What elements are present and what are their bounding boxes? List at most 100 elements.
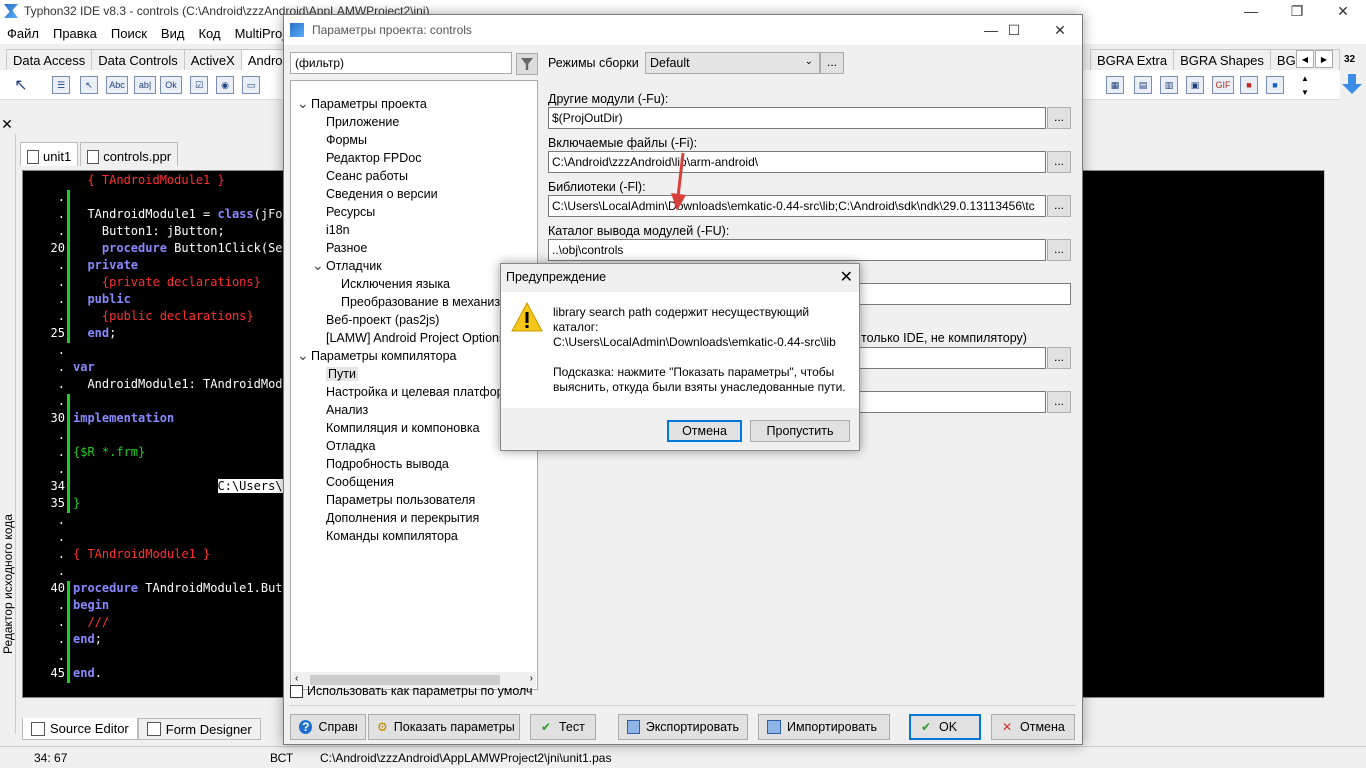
dialog-close-button[interactable]: ✕ bbox=[1037, 19, 1083, 41]
component-icon-gl1[interactable]: ■ bbox=[1240, 76, 1258, 94]
palette-tab-activex[interactable]: ActiveX bbox=[183, 49, 242, 70]
tree-item[interactable]: Веб-проект (pas2js) bbox=[326, 313, 439, 327]
tree-item[interactable]: Отладчик bbox=[326, 259, 382, 273]
warning-close-button[interactable]: ✕ bbox=[840, 267, 853, 287]
component-icon-box[interactable]: ▣ bbox=[1186, 76, 1204, 94]
tree-scroll-left-icon[interactable]: ‹ bbox=[295, 673, 298, 684]
tab-controls-ppr[interactable]: controls.ppr bbox=[80, 142, 179, 166]
unit-output-browse-button[interactable]: ... bbox=[1047, 239, 1071, 261]
component-icon-grid[interactable]: ▦ bbox=[1106, 76, 1124, 94]
help-button[interactable]: ? Справка bbox=[290, 714, 366, 740]
editor-vertical-scrollbar[interactable] bbox=[1324, 170, 1340, 698]
component-icon-menu[interactable]: ☰ bbox=[52, 76, 70, 94]
other-sources-browse-button[interactable]: ... bbox=[1047, 347, 1071, 369]
download-arrow-icon[interactable] bbox=[1342, 74, 1362, 94]
import-button[interactable]: Импортировать bbox=[758, 714, 890, 740]
menu-search[interactable]: Поиск bbox=[104, 26, 154, 41]
component-icon-image[interactable]: ▥ bbox=[1160, 76, 1178, 94]
menu-edit[interactable]: Правка bbox=[46, 26, 104, 41]
test-button[interactable]: ✔ Тест bbox=[530, 714, 596, 740]
component-icon-radio[interactable]: ◉ bbox=[216, 76, 234, 94]
tree-item[interactable]: Пути bbox=[326, 367, 358, 381]
use-as-default-checkbox[interactable] bbox=[290, 684, 303, 698]
tree-item[interactable]: i18n bbox=[326, 223, 350, 237]
tree-expander-icon[interactable]: ⌄ bbox=[297, 96, 309, 110]
palette-tab-data-controls[interactable]: Data Controls bbox=[91, 49, 185, 70]
component-icon-list[interactable]: ▤ bbox=[1134, 76, 1152, 94]
component-icon-cursor[interactable]: ↖ bbox=[80, 76, 98, 94]
tree-expander-icon[interactable]: ⌄ bbox=[297, 348, 309, 362]
palette-tab-bgra-extra[interactable]: BGRA Extra bbox=[1090, 49, 1175, 70]
minimize-button[interactable]: — bbox=[1228, 0, 1274, 22]
warning-skip-button[interactable]: Пропустить bbox=[750, 420, 850, 442]
component-icon-gif[interactable]: GIF bbox=[1212, 76, 1234, 94]
tree-item[interactable]: Параметры пользователя bbox=[326, 493, 475, 507]
palette-tab-data-access[interactable]: Data Access bbox=[6, 49, 93, 70]
palette-tab-bgra-shapes[interactable]: BGRA Shapes bbox=[1173, 49, 1271, 70]
restore-button[interactable]: ❐ bbox=[1274, 0, 1320, 22]
palette-scroll-right-icon[interactable]: ▶ bbox=[1315, 50, 1333, 68]
source-editor-side-panel[interactable]: Редактор исходного кода bbox=[0, 134, 16, 734]
tree-item[interactable]: Сообщения bbox=[326, 475, 394, 489]
tree-item[interactable]: Приложение bbox=[326, 115, 399, 129]
other-sources-field[interactable] bbox=[844, 347, 1046, 369]
tree-item[interactable]: Формы bbox=[326, 133, 367, 147]
component-icon-checkbox[interactable]: ☑ bbox=[190, 76, 208, 94]
pointer-tool-icon[interactable]: ↖ bbox=[12, 76, 30, 94]
menu-file[interactable]: Файл bbox=[0, 26, 46, 41]
source-editor-tab[interactable]: Source Editor bbox=[22, 718, 138, 740]
menu-code[interactable]: Код bbox=[191, 26, 227, 41]
tree-item[interactable]: Редактор FPDoc bbox=[326, 151, 421, 165]
cancel-button[interactable]: ✕ Отмена bbox=[991, 714, 1075, 740]
tree-item[interactable]: Сеанс работы bbox=[326, 169, 408, 183]
tree-item[interactable]: Преобразование в механизм bbox=[341, 295, 509, 309]
build-modes-button[interactable]: ... bbox=[820, 52, 844, 74]
options-filter-input[interactable]: (фильтр) bbox=[290, 52, 512, 74]
export-button[interactable]: Экспортировать bbox=[618, 714, 748, 740]
libraries-browse-button[interactable]: ... bbox=[1047, 195, 1071, 217]
tree-item[interactable]: Разное bbox=[326, 241, 367, 255]
unit-output-field[interactable]: ..\obj\controls bbox=[548, 239, 1046, 261]
component-icon-gl2[interactable]: ■ bbox=[1266, 76, 1284, 94]
tree-item[interactable]: Параметры компилятора bbox=[311, 349, 457, 363]
tree-item[interactable]: Ресурсы bbox=[326, 205, 375, 219]
other-units-field[interactable]: $(ProjOutDir) bbox=[548, 107, 1046, 129]
other-units-browse-button[interactable]: ... bbox=[1047, 107, 1071, 129]
component-icon-label[interactable]: Abc bbox=[106, 76, 128, 94]
ok-button[interactable]: ✔ OK bbox=[909, 714, 981, 740]
tab-unit1[interactable]: unit1 bbox=[20, 142, 79, 166]
tree-item[interactable]: Исключения языка bbox=[341, 277, 450, 291]
include-files-browse-button[interactable]: ... bbox=[1047, 151, 1071, 173]
component-icon-panel[interactable]: ▭ bbox=[242, 76, 260, 94]
tree-item[interactable]: Команды компилятора bbox=[326, 529, 458, 543]
tree-scroll-right-icon[interactable]: › bbox=[530, 673, 533, 684]
dialog-maximize-button[interactable]: ☐ bbox=[991, 19, 1037, 41]
close-button[interactable]: ✕ bbox=[1320, 0, 1366, 22]
clear-filter-button[interactable] bbox=[516, 53, 538, 75]
component-icon-button[interactable]: Ok bbox=[160, 76, 182, 94]
tree-item[interactable]: [LAMW] Android Project Options bbox=[326, 331, 505, 345]
debug-path-field[interactable] bbox=[844, 391, 1046, 413]
close-panel-icon[interactable]: ✕ bbox=[0, 117, 14, 131]
tree-item[interactable]: Параметры проекта bbox=[311, 97, 427, 111]
libraries-field[interactable]: C:\Users\LocalAdmin\Downloads\emkatic-0.… bbox=[548, 195, 1046, 217]
build-mode-select[interactable]: Default ⌄ bbox=[645, 52, 820, 74]
include-files-field[interactable]: C:\Android\zzzAndroid\lib\arm-android\ bbox=[548, 151, 1046, 173]
tree-expander-icon[interactable]: ⌄ bbox=[312, 258, 324, 272]
tree-item[interactable]: Дополнения и перекрытия bbox=[326, 511, 479, 525]
tree-item[interactable]: Отладка bbox=[326, 439, 375, 453]
show-options-button[interactable]: ⚙ Показать параметры bbox=[368, 714, 520, 740]
use-as-default-row[interactable]: Использовать как параметры по умолчанию bbox=[290, 684, 533, 698]
form-designer-tab[interactable]: Form Designer bbox=[137, 718, 261, 740]
warning-cancel-button[interactable]: Отмена bbox=[667, 420, 742, 442]
menu-view[interactable]: Вид bbox=[154, 26, 192, 41]
tree-item[interactable]: Сведения о версии bbox=[326, 187, 438, 201]
component-icon-edit[interactable]: ab| bbox=[134, 76, 156, 94]
palette-scroll-down-icon[interactable]: ▼ bbox=[1301, 88, 1309, 97]
tree-item[interactable]: Настройка и целевая платформа bbox=[326, 385, 519, 399]
target-file-field[interactable] bbox=[844, 283, 1071, 305]
palette-scroll-up-icon[interactable]: ▲ bbox=[1301, 74, 1309, 83]
palette-scroll-left-icon[interactable]: ◀ bbox=[1296, 50, 1314, 68]
tree-item[interactable]: Анализ bbox=[326, 403, 368, 417]
tree-item[interactable]: Подробность вывода bbox=[326, 457, 449, 471]
